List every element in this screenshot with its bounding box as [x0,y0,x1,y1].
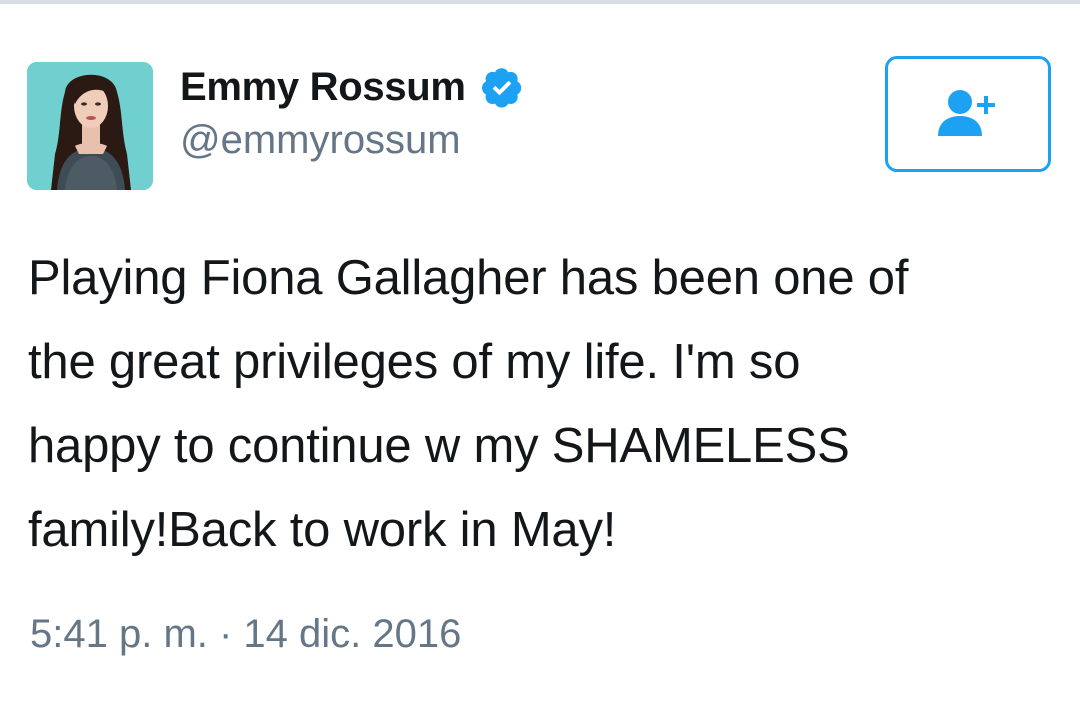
tweet-text: Playing Fiona Gallagher has been one of … [28,251,909,557]
follow-button[interactable] [885,56,1051,172]
tweet-timestamp[interactable]: 5:41 p. m. · 14 dic. 2016 [30,612,461,657]
author-display-name[interactable]: Emmy Rossum [180,65,466,110]
add-user-icon [938,90,995,136]
avatar[interactable] [27,62,153,190]
author-block: Emmy Rossum @emmyrossum [180,62,524,163]
tweet-card: Emmy Rossum @emmyrossum Playing Fiona Ga… [0,4,1080,709]
name-row: Emmy Rossum [180,62,524,112]
author-handle[interactable]: @emmyrossum [180,118,524,163]
verified-badge-icon [480,65,524,109]
profile-photo-icon [27,62,153,190]
